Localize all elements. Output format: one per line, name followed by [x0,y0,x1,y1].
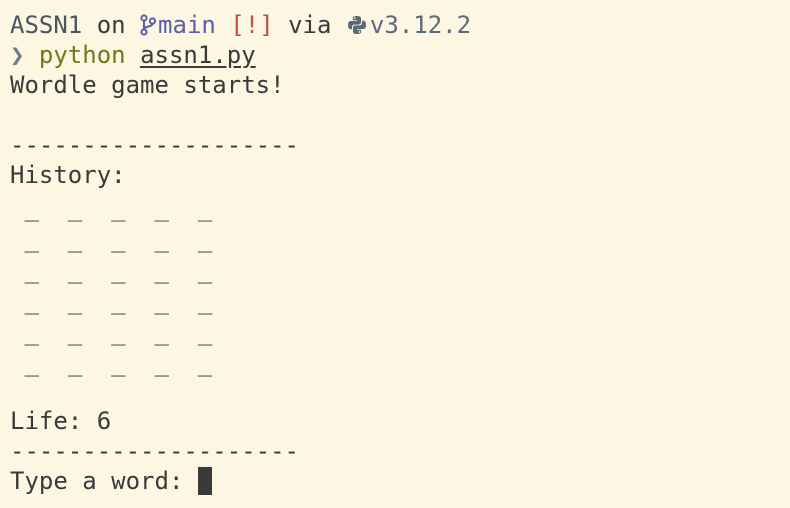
history-row: _ _ _ _ _ [10,256,213,284]
history-row: _ _ _ _ _ [10,318,213,346]
input-prompt: Type a word: [10,467,198,495]
divider-bottom: -------------------- [10,437,299,465]
prompt-chevron: ❯ [10,41,25,69]
terminal-window[interactable]: ASSN1 on main [!] via v3.12.2 ❯ python a… [0,0,790,508]
history-row: _ _ _ _ _ [10,194,213,222]
divider-top: -------------------- [10,131,299,159]
history-row: _ _ _ _ _ [10,287,213,315]
command-program: python [38,41,126,69]
on-text: on [82,11,141,39]
start-message: Wordle game starts! [10,71,285,99]
command-line: ❯ python assn1.py [10,40,790,70]
git-status-indicator: [!] [230,11,274,39]
life-counter: Life: 6 [10,407,112,435]
command-argument: assn1.py [140,41,256,69]
history-label: History: [10,161,126,189]
history-row: _ _ _ _ _ [10,349,213,377]
git-branch-icon [140,13,157,43]
input-line[interactable]: Type a word: [10,466,790,496]
history-row: _ _ _ _ _ [10,225,213,253]
python-icon [346,13,368,43]
python-version: v3.12.2 [369,11,472,39]
shell-prompt-line: ASSN1 on main [!] via v3.12.2 [10,10,790,40]
text-cursor[interactable] [197,467,212,495]
via-text: via [273,11,346,39]
history-grid: _ _ _ _ _ _ _ _ _ _ _ _ _ _ _ _ _ _ _ _ … [10,190,790,379]
directory-name: ASSN1 [10,11,83,39]
git-branch-name: main [158,11,216,39]
